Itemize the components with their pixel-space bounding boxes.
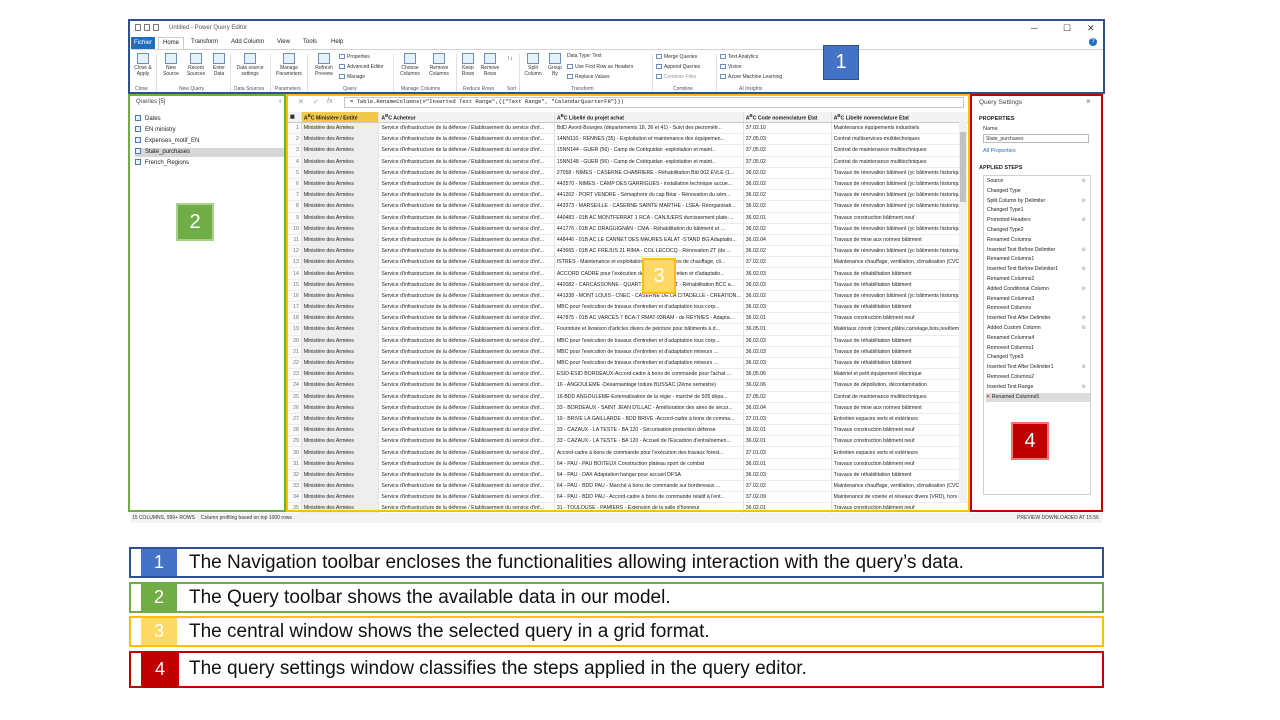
status-profiling[interactable]: Column profiling based on top 1000 rows: [201, 515, 292, 521]
legend-badge-3: 3: [141, 618, 177, 645]
legend-badge-1: 1: [141, 549, 177, 576]
legend-row-2: 2 The Query toolbar shows the available …: [129, 582, 1104, 613]
legend-badge-2: 2: [141, 584, 177, 611]
legend-text-1: The Navigation toolbar encloses the func…: [189, 552, 964, 573]
legend-badge-4: 4: [141, 651, 179, 688]
badge-1: 1: [823, 45, 859, 80]
navigation-toolbar-frame: [128, 19, 1105, 94]
legend-row-4: 4 The query settings window classifies t…: [129, 651, 1104, 688]
badge-3: 3: [642, 258, 676, 294]
badge-4: 4: [1011, 422, 1049, 460]
badge-2: 2: [176, 203, 214, 241]
legend-row-1: 1 The Navigation toolbar encloses the fu…: [129, 547, 1104, 578]
legend-text-4: The query settings window classifies the…: [189, 658, 807, 679]
status-preview: PREVIEW DOWNLOADED AT 15:56: [1017, 515, 1099, 521]
query-toolbar-frame: [128, 94, 286, 512]
central-window-frame: [286, 94, 970, 512]
legend-text-3: The central window shows the selected qu…: [189, 621, 710, 642]
legend-row-3: 3 The central window shows the selected …: [129, 616, 1104, 647]
legend-text-2: The Query toolbar shows the available da…: [189, 587, 671, 608]
status-columns-rows: 15 COLUMNS, 999+ ROWS: [132, 515, 195, 521]
status-bar: 15 COLUMNS, 999+ ROWS Column profiling b…: [131, 513, 1103, 523]
